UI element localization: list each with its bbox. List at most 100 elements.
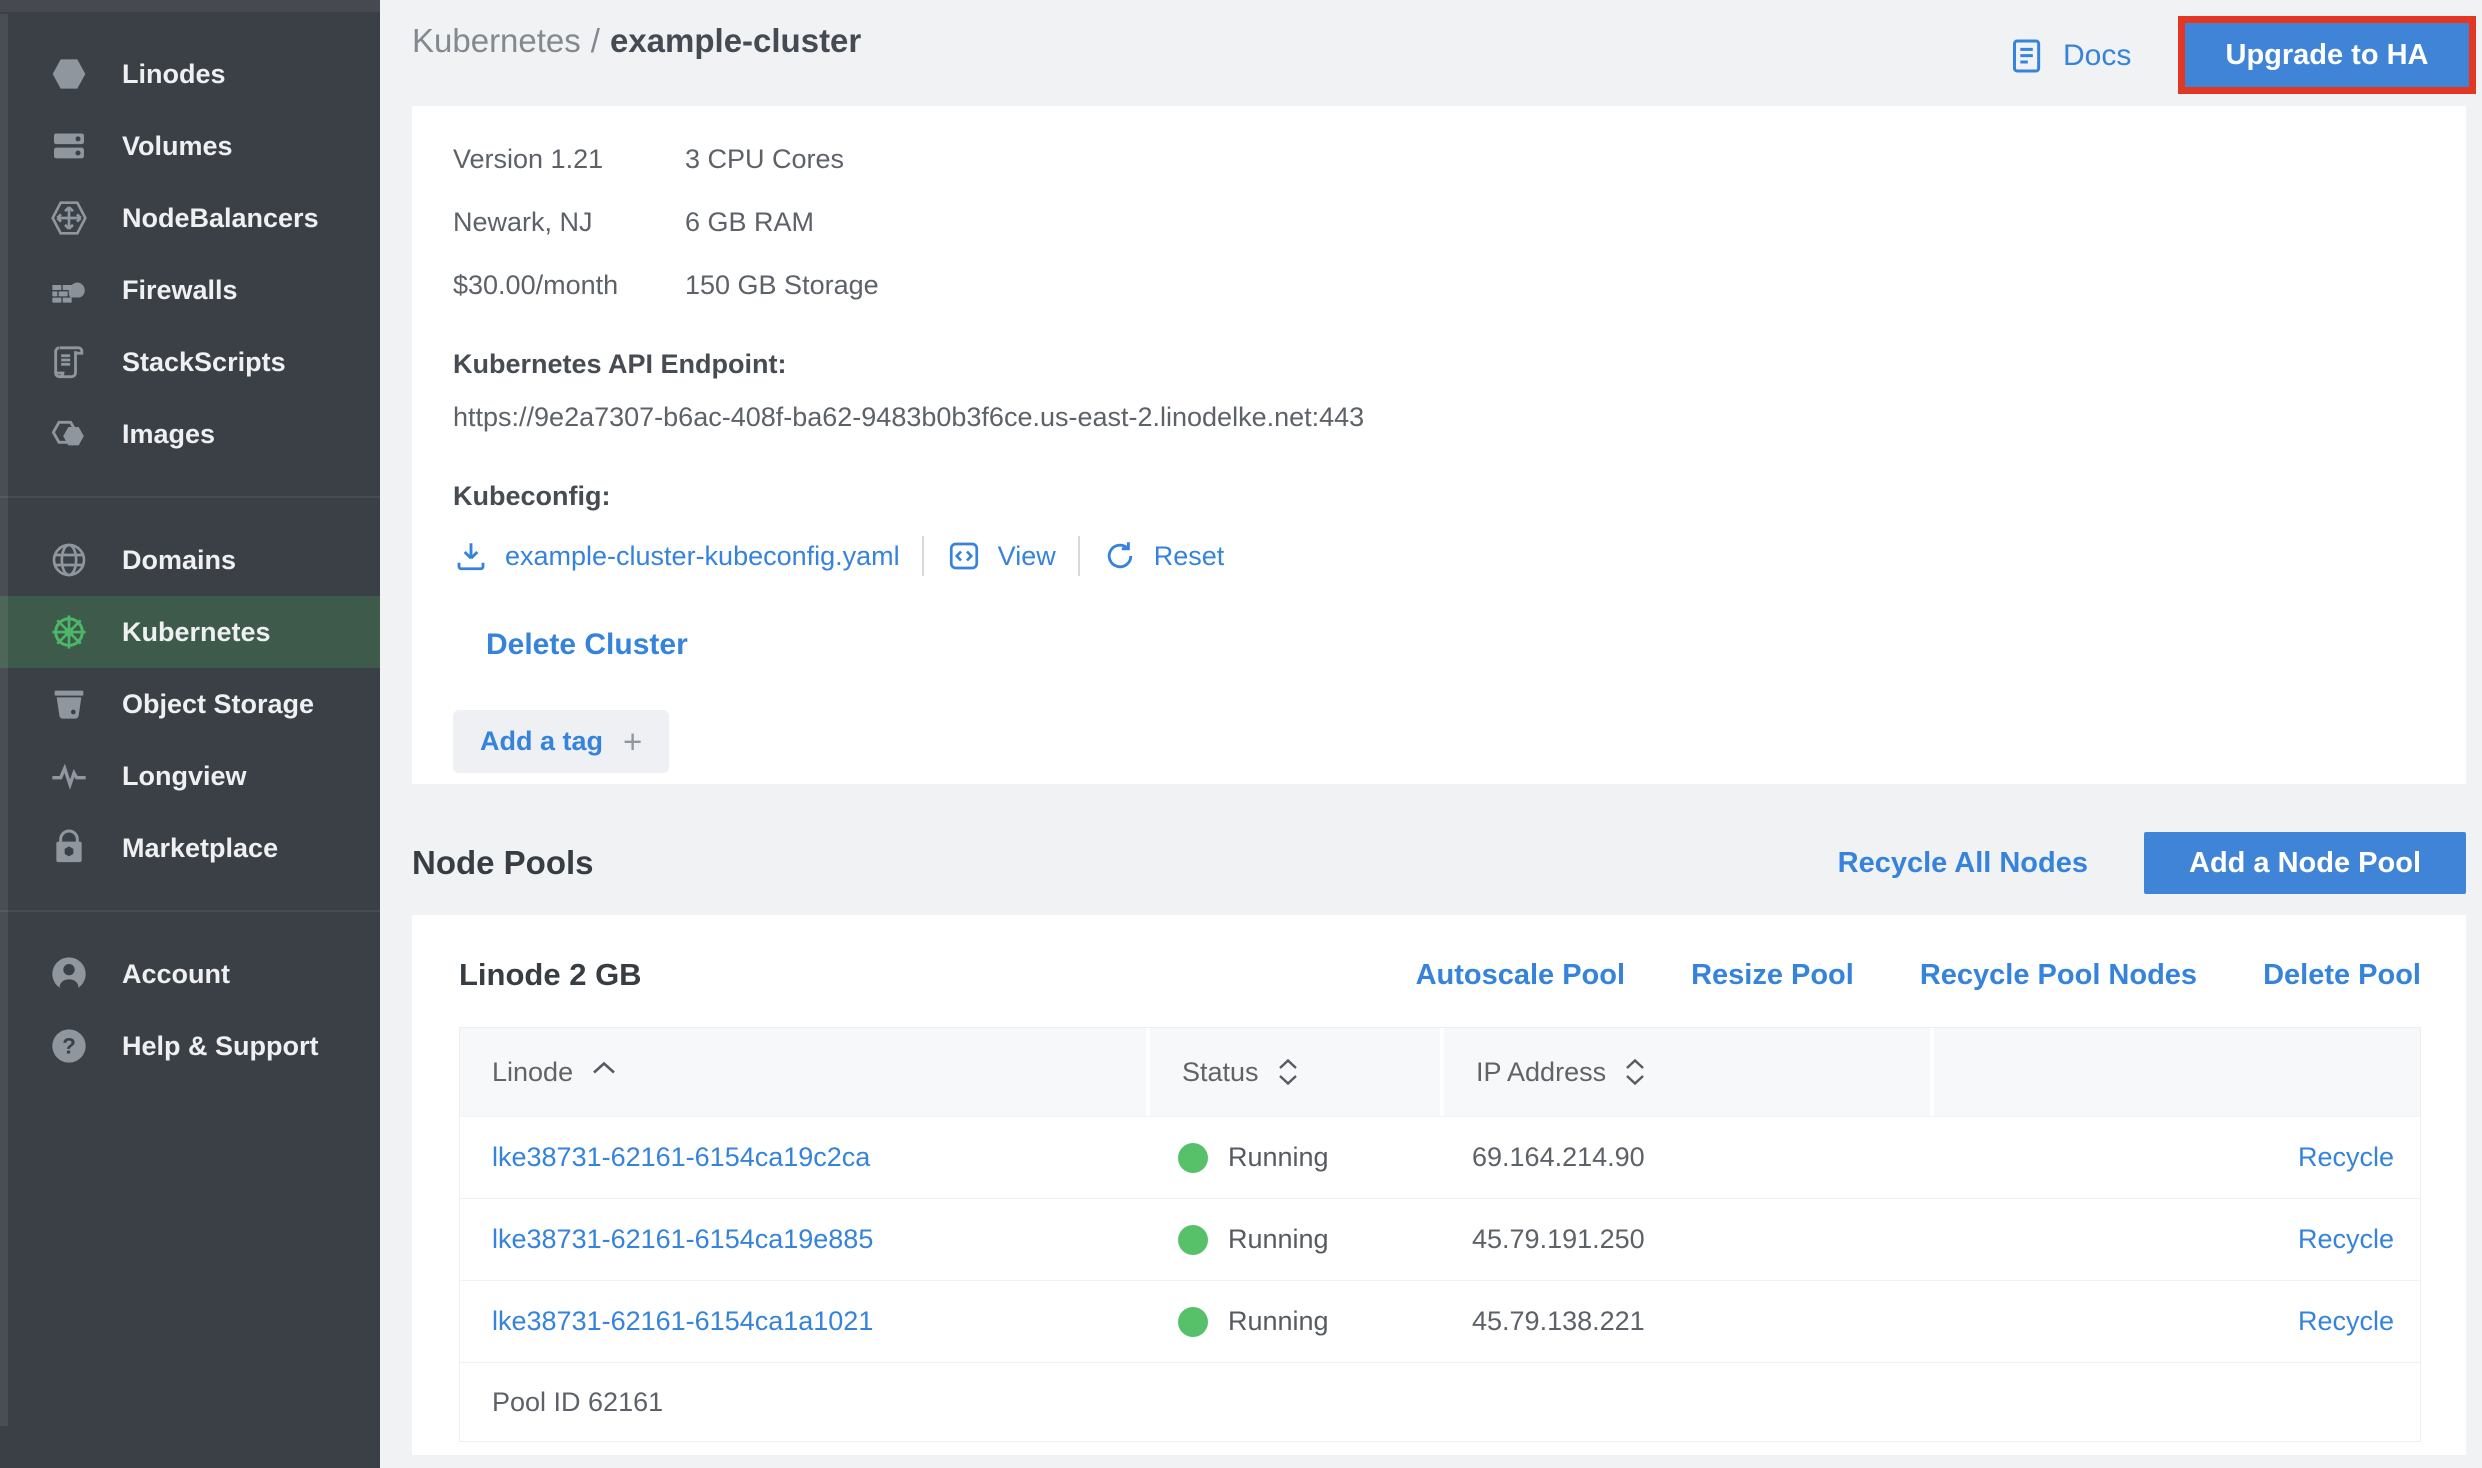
node-pools-header: Node Pools Recycle All Nodes Add a Node … (412, 832, 2466, 894)
api-endpoint-url: https://9e2a7307-b6ac-408f-ba62-9483b0b3… (453, 402, 2421, 433)
sidebar-item-label: Account (122, 959, 230, 990)
annotation-highlight: Upgrade to HA (2178, 16, 2476, 94)
volumes-icon (46, 123, 92, 169)
recycle-node-button[interactable]: Recycle (2298, 1142, 2394, 1173)
node-status: Running (1146, 1306, 1440, 1337)
marketplace-icon (46, 825, 92, 871)
sidebar-item-volumes[interactable]: Volumes (0, 110, 380, 182)
sidebar-item-label: NodeBalancers (122, 203, 319, 234)
reset-label: Reset (1154, 541, 1225, 572)
column-header-actions (1930, 1028, 2420, 1116)
kubeconfig-row: example-cluster-kubeconfig.yaml View Res… (453, 536, 2421, 576)
sidebar-item-kubernetes[interactable]: Kubernetes (0, 596, 380, 668)
recycle-node-button[interactable]: Recycle (2298, 1224, 2394, 1255)
status-running-dot (1178, 1225, 1208, 1255)
kubeconfig-download-link[interactable]: example-cluster-kubeconfig.yaml (453, 538, 900, 574)
domains-icon (46, 537, 92, 583)
sidebar-item-account[interactable]: Account (0, 938, 380, 1010)
kubernetes-icon (46, 609, 92, 655)
column-header-linode[interactable]: Linode (460, 1028, 1146, 1116)
pool-head: Linode 2 GB Autoscale Pool Resize Pool R… (459, 957, 2421, 993)
sort-ascending-icon (591, 1061, 617, 1075)
sidebar-item-images[interactable]: Images (0, 398, 380, 470)
nodes-table-header: Linode Status IP Address (460, 1028, 2420, 1116)
kubeconfig-reset-link[interactable]: Reset (1102, 538, 1225, 574)
table-row: lke38731-62161-6154ca19e885 Running 45.7… (460, 1198, 2420, 1280)
node-link[interactable]: lke38731-62161-6154ca19e885 (460, 1224, 1146, 1255)
sort-both-icon (1624, 1058, 1646, 1086)
sidebar-item-longview[interactable]: Longview (0, 740, 380, 812)
sidebar-divider (0, 496, 380, 498)
svg-text:?: ? (62, 1034, 76, 1059)
kubeconfig-label: Kubeconfig: (453, 481, 2421, 512)
status-running-dot (1178, 1143, 1208, 1173)
status-running-dot (1178, 1307, 1208, 1337)
sidebar-item-object-storage[interactable]: Object Storage (0, 668, 380, 740)
table-row: lke38731-62161-6154ca19c2ca Running 69.1… (460, 1116, 2420, 1198)
column-header-status[interactable]: Status (1146, 1028, 1440, 1116)
cluster-ram: 6 GB RAM (685, 207, 2421, 238)
sidebar-item-label: Images (122, 419, 215, 450)
delete-pool-button[interactable]: Delete Pool (2263, 959, 2421, 992)
sidebar-item-label: Kubernetes (122, 617, 271, 648)
node-ip: 45.79.191.250 (1440, 1224, 1930, 1255)
node-pool-card: Linode 2 GB Autoscale Pool Resize Pool R… (412, 915, 2466, 1455)
kubeconfig-view-link[interactable]: View (946, 538, 1056, 574)
sidebar-scrollbar[interactable] (0, 14, 8, 1426)
sidebar-item-domains[interactable]: Domains (0, 524, 380, 596)
cluster-version: Version 1.21 (453, 144, 685, 175)
add-tag-button[interactable]: Add a tag + (453, 710, 669, 773)
resize-pool-button[interactable]: Resize Pool (1691, 959, 1854, 992)
help-icon: ? (46, 1023, 92, 1069)
cluster-price: $30.00/month (453, 270, 685, 301)
breadcrumb-separator: / (581, 22, 610, 59)
node-ip: 45.79.138.221 (1440, 1306, 1930, 1337)
sidebar-divider (0, 910, 380, 912)
images-icon (46, 411, 92, 457)
recycle-node-button[interactable]: Recycle (2298, 1306, 2394, 1337)
sidebar-item-linodes[interactable]: Linodes (0, 38, 380, 110)
node-link[interactable]: lke38731-62161-6154ca19c2ca (460, 1142, 1146, 1173)
sidebar-item-firewalls[interactable]: Firewalls (0, 254, 380, 326)
nodes-table: Linode Status IP Address (459, 1027, 2421, 1442)
view-label: View (998, 541, 1056, 572)
column-header-ip-address[interactable]: IP Address (1440, 1028, 1930, 1116)
vertical-divider (1078, 536, 1080, 576)
recycle-pool-nodes-button[interactable]: Recycle Pool Nodes (1920, 959, 2197, 992)
cluster-cpu: 3 CPU Cores (685, 144, 2421, 175)
breadcrumb-cluster-name: example-cluster (610, 22, 861, 59)
upgrade-to-ha-button[interactable]: Upgrade to HA (2185, 23, 2469, 87)
reset-icon (1102, 538, 1138, 574)
breadcrumb-section-link[interactable]: Kubernetes (412, 22, 581, 59)
api-endpoint-label: Kubernetes API Endpoint: (453, 349, 2421, 380)
delete-cluster-button[interactable]: Delete Cluster (486, 628, 688, 662)
sidebar-item-label: Firewalls (122, 275, 238, 306)
table-row: lke38731-62161-6154ca1a1021 Running 45.7… (460, 1280, 2420, 1362)
pool-id-row: Pool ID 62161 (460, 1362, 2420, 1441)
vertical-divider (922, 536, 924, 576)
download-icon (453, 538, 489, 574)
sidebar-item-label: Help & Support (122, 1031, 319, 1062)
sidebar-item-nodebalancers[interactable]: NodeBalancers (0, 182, 380, 254)
sidebar-item-marketplace[interactable]: Marketplace (0, 812, 380, 884)
sidebar-item-label: Domains (122, 545, 236, 576)
nodebalancers-icon (46, 195, 92, 241)
linodes-icon (46, 51, 92, 97)
docs-link[interactable]: Docs (2007, 36, 2131, 76)
breadcrumb: Kubernetes/example-cluster (412, 22, 861, 60)
stackscripts-icon (46, 339, 92, 385)
pool-name: Linode 2 GB (459, 957, 642, 993)
recycle-all-nodes-button[interactable]: Recycle All Nodes (1838, 847, 2088, 880)
plus-icon: + (623, 725, 642, 758)
add-node-pool-button[interactable]: Add a Node Pool (2144, 832, 2466, 894)
sidebar-item-stackscripts[interactable]: StackScripts (0, 326, 380, 398)
sidebar-item-help-support[interactable]: ? Help & Support (0, 1010, 380, 1082)
autoscale-pool-button[interactable]: Autoscale Pool (1416, 959, 1626, 992)
node-status: Running (1146, 1224, 1440, 1255)
node-ip: 69.164.214.90 (1440, 1142, 1930, 1173)
view-code-icon (946, 538, 982, 574)
sidebar-top-band (0, 0, 380, 12)
firewalls-icon (46, 267, 92, 313)
longview-icon (46, 753, 92, 799)
node-link[interactable]: lke38731-62161-6154ca1a1021 (460, 1306, 1146, 1337)
